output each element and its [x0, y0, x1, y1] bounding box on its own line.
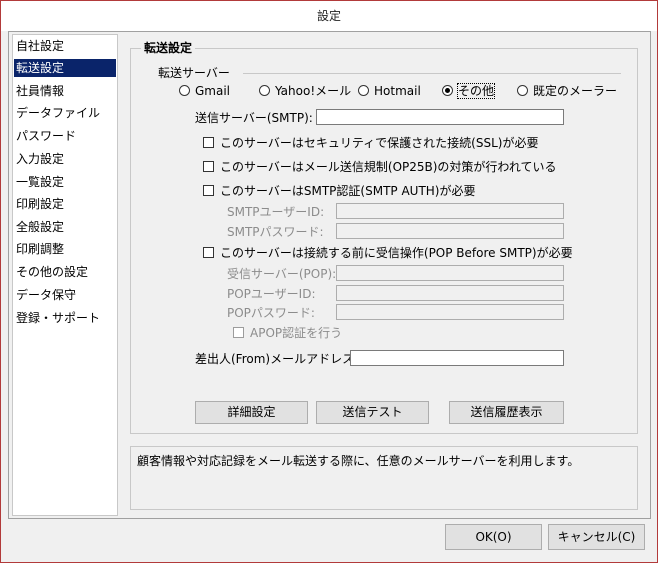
pop-pass-label: POPパスワード: — [227, 306, 315, 320]
radio-selected-icon — [442, 85, 453, 96]
pop-user-label: POPユーザーID: — [227, 287, 316, 301]
send-test-button[interactable]: 送信テスト — [316, 401, 429, 424]
from-address-field[interactable] — [350, 350, 564, 366]
smtp-user-label: SMTPユーザーID: — [227, 205, 325, 219]
smtp-server-label: 送信サーバー(SMTP): — [195, 111, 313, 125]
description-box: 顧客情報や対応記録をメール転送する際に、任意のメールサーバーを利用します。 — [130, 446, 638, 510]
sidebar-item-general[interactable]: 全般設定 — [14, 218, 116, 236]
checkbox-icon — [203, 185, 214, 196]
sidebar-item-other[interactable]: その他の設定 — [14, 263, 116, 281]
group-title: 転送設定 — [141, 41, 196, 55]
pop-server-label: 受信サーバー(POP): — [227, 267, 337, 281]
apop-checkbox[interactable]: APOP認証を行う — [233, 326, 342, 340]
smtp-server-input[interactable] — [317, 110, 563, 124]
radio-circle-icon — [358, 85, 369, 96]
op25b-checkbox[interactable]: このサーバーはメール送信規制(OP25B)の対策が行われている — [203, 160, 556, 174]
sidebar-item-input[interactable]: 入力設定 — [14, 150, 116, 168]
sidebar-item-registration[interactable]: 登録・サポート — [14, 309, 116, 327]
dialog-client: 自社設定 転送設定 社員情報 データファイル パスワード 入力設定 一覧設定 印… — [8, 31, 651, 519]
legend-divider — [243, 73, 621, 74]
pop-before-smtp-checkbox[interactable]: このサーバーは接続する前に受信操作(POP Before SMTP)が必要 — [203, 246, 573, 260]
pop-user-field[interactable] — [336, 285, 564, 301]
radio-gmail[interactable]: Gmail — [179, 84, 230, 98]
transfer-settings-group: 転送設定 転送サーバー Gmail Yahoo!メール Hotmail その他 … — [130, 41, 638, 434]
radio-circle-icon — [179, 85, 190, 96]
sidebar-item-transfer[interactable]: 転送設定 — [14, 59, 116, 77]
sidebar-item-staff[interactable]: 社員情報 — [14, 82, 116, 100]
radio-circle-icon — [259, 85, 270, 96]
detail-settings-button[interactable]: 詳細設定 — [195, 401, 308, 424]
send-history-button[interactable]: 送信履歴表示 — [449, 401, 564, 424]
radio-other[interactable]: その他 — [442, 83, 496, 99]
sidebar-item-maintenance[interactable]: データ保守 — [14, 286, 116, 304]
sidebar-item-print[interactable]: 印刷設定 — [14, 195, 116, 213]
sidebar-item-password[interactable]: パスワード — [14, 127, 116, 145]
window-title: 設定 — [1, 1, 657, 31]
ok-button[interactable]: OK(O) — [445, 524, 542, 550]
smtp-auth-checkbox[interactable]: このサーバーはSMTP認証(SMTP AUTH)が必要 — [203, 184, 475, 198]
smtp-pass-label: SMTPパスワード: — [227, 225, 324, 239]
server-legend: 転送サーバー — [158, 66, 230, 80]
pop-pass-field[interactable] — [336, 304, 564, 320]
radio-default-mailer[interactable]: 既定のメーラー — [517, 84, 617, 98]
from-address-input[interactable] — [351, 351, 563, 365]
settings-sidebar: 自社設定 転送設定 社員情報 データファイル パスワード 入力設定 一覧設定 印… — [12, 34, 118, 516]
smtp-user-field[interactable] — [336, 203, 564, 219]
checkbox-icon — [203, 137, 214, 148]
radio-yahoo[interactable]: Yahoo!メール — [259, 84, 351, 98]
sidebar-item-print-adjust[interactable]: 印刷調整 — [14, 240, 116, 258]
radio-circle-icon — [517, 85, 528, 96]
smtp-server-field[interactable] — [316, 109, 564, 125]
ssl-checkbox[interactable]: このサーバーはセキュリティで保護された接続(SSL)が必要 — [203, 136, 538, 150]
radio-hotmail[interactable]: Hotmail — [358, 84, 421, 98]
smtp-pass-field[interactable] — [336, 223, 564, 239]
cancel-button[interactable]: キャンセル(C) — [548, 524, 645, 550]
sidebar-item-company[interactable]: 自社設定 — [14, 37, 116, 55]
from-address-label: 差出人(From)メールアドレス: — [195, 352, 359, 366]
checkbox-icon — [203, 161, 214, 172]
checkbox-icon — [203, 247, 214, 258]
sidebar-item-list[interactable]: 一覧設定 — [14, 173, 116, 191]
checkbox-icon — [233, 327, 244, 338]
pop-server-field[interactable] — [336, 265, 564, 281]
sidebar-item-datafile[interactable]: データファイル — [14, 104, 116, 122]
settings-window: 設定 自社設定 転送設定 社員情報 データファイル パスワード 入力設定 一覧設… — [0, 0, 658, 563]
